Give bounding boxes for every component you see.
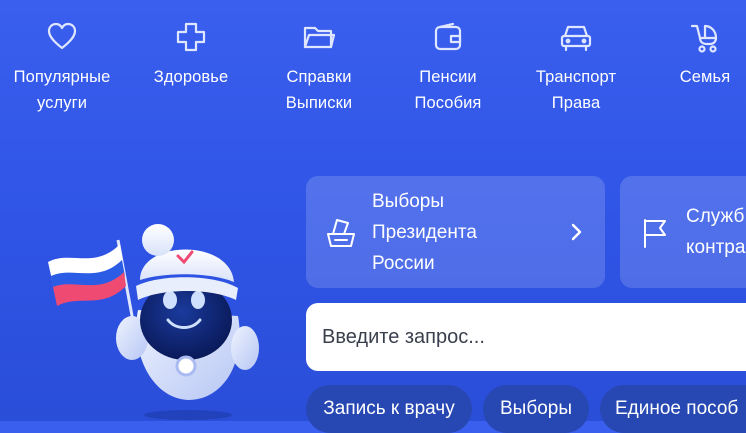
chip-doctor-appointment[interactable]: Запись к врачу: [306, 385, 472, 433]
category-label-line1: Транспорт: [535, 68, 617, 86]
mascot-illustration: [40, 220, 280, 421]
category-label-line2: услуги: [36, 94, 88, 112]
category-label-line2: Права: [551, 94, 601, 112]
category-transport[interactable]: Транспорт Права: [516, 20, 636, 116]
category-label-line1: Популярные: [13, 68, 111, 86]
chip-label: Запись к врачу: [323, 398, 455, 419]
chip-elections[interactable]: Выборы: [483, 385, 589, 433]
card-line2: Президента: [372, 222, 477, 243]
chip-label: Единое пособ: [615, 398, 739, 419]
car-icon: [559, 20, 593, 54]
category-label-line1: Пенсии: [419, 68, 477, 86]
search-input[interactable]: [306, 303, 746, 371]
category-nav: Популярные услуги Здоровье Справки Выпис…: [0, 0, 746, 130]
category-family[interactable]: Семья: [645, 20, 746, 90]
chip-unified-benefit[interactable]: Единое пособ: [600, 385, 746, 433]
card-line2: контра: [686, 237, 746, 258]
folder-icon: [302, 20, 336, 54]
elections-card[interactable]: Выборы Президента России: [306, 176, 605, 288]
category-label-line2: Выписки: [285, 94, 353, 112]
wallet-icon: [431, 20, 465, 54]
category-label-line1: Справки: [286, 68, 352, 86]
category-label-line1: Здоровье: [153, 68, 229, 86]
contract-service-card[interactable]: Служб контра: [620, 176, 746, 288]
chip-label: Выборы: [499, 398, 572, 419]
category-popular[interactable]: Популярные услуги: [2, 20, 122, 116]
card-line1: Выборы: [372, 191, 445, 212]
category-documents[interactable]: Справки Выписки: [259, 20, 379, 116]
category-label-line2: Пособия: [414, 94, 482, 112]
card-line1: Служб: [686, 206, 745, 227]
plus-icon: [174, 20, 208, 54]
stroller-icon: [688, 20, 722, 54]
category-pensions[interactable]: Пенсии Пособия: [388, 20, 508, 116]
ballot-box-icon: [324, 216, 358, 250]
chevron-right-icon: [569, 220, 585, 244]
category-label-line1: Семья: [679, 68, 731, 86]
search-box: [306, 303, 746, 371]
heart-icon: [45, 20, 79, 54]
flag-icon: [638, 216, 672, 250]
card-line3: России: [372, 253, 435, 274]
category-health[interactable]: Здоровье: [131, 20, 251, 90]
